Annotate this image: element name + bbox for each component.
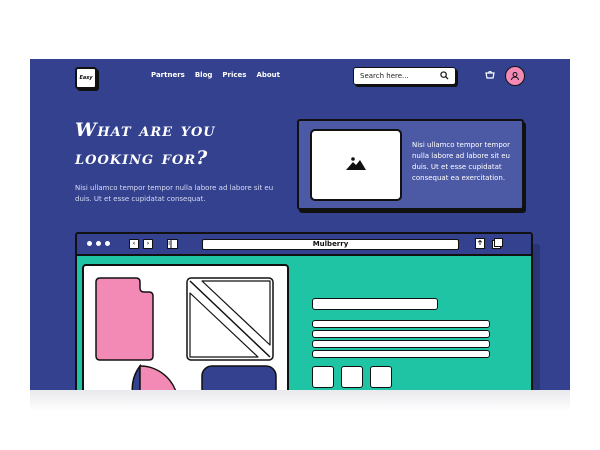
search-box bbox=[353, 67, 456, 85]
nav-blog[interactable]: Blog bbox=[195, 71, 213, 79]
content-line bbox=[312, 330, 490, 338]
thumbnail-box[interactable] bbox=[312, 366, 334, 388]
thumbnail-box[interactable] bbox=[341, 366, 363, 388]
content-line bbox=[312, 320, 490, 328]
window-dot[interactable] bbox=[96, 241, 101, 246]
back-button[interactable]: ‹ bbox=[129, 239, 139, 249]
search-icon[interactable] bbox=[440, 71, 449, 80]
pie-shape bbox=[131, 363, 141, 390]
search-input[interactable] bbox=[360, 70, 438, 82]
sidebar-toggle-icon[interactable] bbox=[167, 239, 178, 249]
user-icon bbox=[511, 72, 519, 81]
window-dot[interactable] bbox=[105, 241, 110, 246]
content-line bbox=[312, 350, 490, 358]
preview-pane bbox=[82, 264, 289, 390]
content-heading-bar bbox=[312, 298, 438, 310]
nav-prices[interactable]: Prices bbox=[222, 71, 246, 79]
new-tab-icon[interactable] bbox=[492, 238, 503, 249]
thumbnail-box[interactable] bbox=[370, 366, 392, 388]
pink-shape bbox=[95, 277, 154, 361]
logo-text: Easy bbox=[79, 75, 93, 81]
browser-window: ‹ › Mulberry bbox=[75, 232, 533, 390]
address-bar[interactable]: Mulberry bbox=[202, 239, 459, 250]
browser-toolbar: ‹ › Mulberry bbox=[77, 234, 531, 256]
forward-button[interactable]: › bbox=[143, 239, 153, 249]
landing-page: Easy Partners Blog Prices About What are… bbox=[30, 59, 570, 390]
info-card[interactable]: Nisi ullamco tempor tempor nulla labore … bbox=[297, 119, 524, 210]
page-shadow bbox=[30, 390, 570, 412]
user-avatar[interactable] bbox=[505, 66, 525, 86]
shapes-illustration bbox=[95, 277, 277, 390]
content-line bbox=[312, 340, 490, 348]
window-dot[interactable] bbox=[87, 241, 92, 246]
logo[interactable]: Easy bbox=[75, 67, 97, 89]
cart-icon[interactable] bbox=[485, 70, 495, 80]
image-placeholder bbox=[310, 129, 402, 201]
blue-shape bbox=[201, 365, 277, 390]
card-description: Nisi ullamco tempor tempor nulla labore … bbox=[412, 141, 510, 182]
main-nav: Partners Blog Prices About bbox=[151, 71, 280, 79]
nav-about[interactable]: About bbox=[256, 71, 280, 79]
share-icon[interactable] bbox=[475, 238, 485, 249]
hero-description: Nisi ullamco tempor tempor nulla labore … bbox=[75, 184, 274, 203]
image-icon bbox=[346, 157, 366, 170]
nav-partners[interactable]: Partners bbox=[151, 71, 185, 79]
page-title: What are you looking for? bbox=[75, 119, 216, 169]
